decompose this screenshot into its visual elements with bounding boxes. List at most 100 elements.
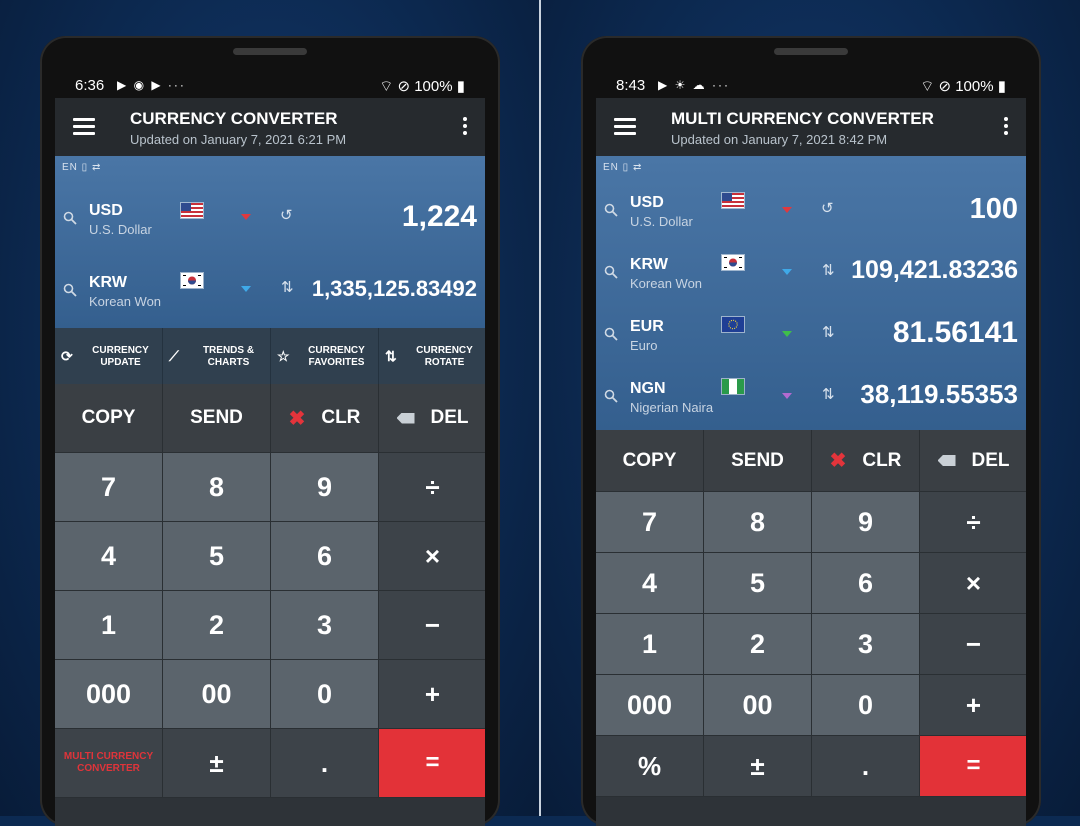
key-9[interactable]: 9: [271, 453, 379, 522]
key-3[interactable]: 3: [812, 614, 920, 675]
currency-row-ngn[interactable]: NGN Nigerian Naira ⇅ 38,119.55353: [596, 364, 1026, 424]
search-icon[interactable]: [604, 389, 618, 403]
menu-icon[interactable]: [614, 118, 636, 136]
key-6[interactable]: 6: [812, 553, 920, 614]
history-icon[interactable]: ↺: [280, 206, 293, 224]
swap-icon[interactable]: ⇅: [822, 385, 835, 403]
close-icon: ✖: [829, 450, 847, 472]
key-9[interactable]: 9: [812, 492, 920, 553]
multi-currency-button[interactable]: MULTI CURRENCY CONVERTER: [55, 729, 163, 798]
search-icon[interactable]: [604, 203, 618, 217]
menu-icon[interactable]: [73, 118, 95, 136]
currency-row-eur[interactable]: EUR Euro ⇅ 81.56141: [596, 302, 1026, 362]
chevron-down-icon[interactable]: [782, 269, 792, 275]
equals-button[interactable]: =: [920, 736, 1026, 797]
plus-button[interactable]: +: [920, 675, 1026, 736]
key-1[interactable]: 1: [596, 614, 704, 675]
currency-code: KRW: [89, 274, 127, 291]
wifi-icon: ⌔ ⊘: [379, 78, 415, 95]
key-1[interactable]: 1: [55, 591, 163, 660]
plus-minus-button[interactable]: ±: [163, 729, 271, 798]
divide-button[interactable]: ÷: [920, 492, 1026, 553]
key-6[interactable]: 6: [271, 522, 379, 591]
minus-button[interactable]: −: [920, 614, 1026, 675]
key-7[interactable]: 7: [596, 492, 704, 553]
trends-charts-button[interactable]: ⟋ TRENDS & CHARTS: [163, 328, 271, 384]
plus-minus-button[interactable]: ±: [704, 736, 812, 797]
swap-icon[interactable]: ⇅: [822, 323, 835, 341]
flag-us-icon: [180, 202, 204, 219]
more-options-icon[interactable]: [1004, 117, 1008, 138]
key-00[interactable]: 00: [163, 660, 271, 729]
search-icon[interactable]: [604, 327, 618, 341]
multiply-button[interactable]: ×: [920, 553, 1026, 614]
delete-button[interactable]: DEL: [379, 384, 485, 453]
send-button[interactable]: SEND: [704, 430, 812, 492]
amount-value[interactable]: 38,119.55353: [860, 379, 1018, 410]
key-4[interactable]: 4: [596, 553, 704, 614]
key-5[interactable]: 5: [704, 553, 812, 614]
chevron-down-icon[interactable]: [241, 214, 251, 220]
chevron-down-icon[interactable]: [241, 286, 251, 292]
decimal-button[interactable]: .: [271, 729, 379, 798]
delete-button[interactable]: DEL: [920, 430, 1026, 492]
notification-icons: ▶ ◉ ▶ ···: [117, 78, 186, 92]
amount-value[interactable]: 1,335,125.83492: [312, 276, 477, 302]
key-2[interactable]: 2: [163, 591, 271, 660]
app-bar: MULTI CURRENCY CONVERTER Updated on Janu…: [596, 98, 1026, 156]
key-2[interactable]: 2: [704, 614, 812, 675]
currency-rotate-button[interactable]: ⇅ CURRENCY ROTATE: [379, 328, 485, 384]
amount-value[interactable]: 100: [970, 193, 1018, 226]
search-icon[interactable]: [63, 211, 77, 225]
more-options-icon[interactable]: [463, 117, 467, 138]
flag-ng-icon: [721, 378, 745, 395]
currency-update-button[interactable]: ⟳ CURRENCY UPDATE: [55, 328, 163, 384]
key-000[interactable]: 000: [596, 675, 704, 736]
send-button[interactable]: SEND: [163, 384, 271, 453]
key-000[interactable]: 000: [55, 660, 163, 729]
equals-button[interactable]: =: [379, 729, 485, 798]
minus-button[interactable]: −: [379, 591, 485, 660]
percent-button[interactable]: %: [596, 736, 704, 797]
app-screen: MULTI CURRENCY CONVERTER Updated on Janu…: [596, 98, 1026, 826]
currency-row-krw[interactable]: KRW Korean Won ⇅ 109,421.83236: [596, 240, 1026, 300]
search-icon[interactable]: [63, 283, 77, 297]
key-8[interactable]: 8: [163, 453, 271, 522]
copy-button[interactable]: COPY: [596, 430, 704, 492]
search-icon[interactable]: [604, 265, 618, 279]
key-7[interactable]: 7: [55, 453, 163, 522]
amount-value[interactable]: 81.56141: [893, 316, 1018, 350]
multiply-button[interactable]: ×: [379, 522, 485, 591]
status-right: ⌔ ⊘ 100% ▮: [379, 77, 465, 96]
clear-button[interactable]: ✖ CLR: [271, 384, 379, 453]
amount-value[interactable]: 109,421.83236: [851, 256, 1018, 285]
swap-icon[interactable]: ⇅: [281, 278, 294, 296]
chevron-down-icon[interactable]: [782, 207, 792, 213]
amount-value[interactable]: 1,224: [402, 200, 477, 234]
decimal-button[interactable]: .: [812, 736, 920, 797]
key-3[interactable]: 3: [271, 591, 379, 660]
key-5[interactable]: 5: [163, 522, 271, 591]
chevron-down-icon[interactable]: [782, 393, 792, 399]
currency-row-krw[interactable]: KRW Korean Won ⇅ 1,335,125.83492: [55, 258, 485, 318]
key-0[interactable]: 0: [271, 660, 379, 729]
tool-label: CURRENCY UPDATE: [92, 345, 149, 368]
battery-icon: ▮: [452, 78, 465, 95]
currency-row-usd[interactable]: USD U.S. Dollar ↺ 1,224: [55, 186, 485, 246]
currency-favorites-button[interactable]: ☆ CURRENCY FAVORITES: [271, 328, 379, 384]
key-0[interactable]: 0: [812, 675, 920, 736]
status-bar: 8:43 ▶ ☀ ☁ ··· ⌔ ⊘ 100% ▮: [616, 74, 1006, 98]
key-8[interactable]: 8: [704, 492, 812, 553]
chevron-down-icon[interactable]: [782, 331, 792, 337]
history-icon[interactable]: ↺: [821, 199, 834, 217]
currency-name: Korean Won: [89, 294, 162, 309]
flag-us-icon: [721, 192, 745, 209]
currency-row-usd[interactable]: USD U.S. Dollar ↺ 100: [596, 178, 1026, 238]
divide-button[interactable]: ÷: [379, 453, 485, 522]
copy-button[interactable]: COPY: [55, 384, 163, 453]
key-4[interactable]: 4: [55, 522, 163, 591]
clear-button[interactable]: ✖ CLR: [812, 430, 920, 492]
swap-icon[interactable]: ⇅: [822, 261, 835, 279]
plus-button[interactable]: +: [379, 660, 485, 729]
key-00[interactable]: 00: [704, 675, 812, 736]
